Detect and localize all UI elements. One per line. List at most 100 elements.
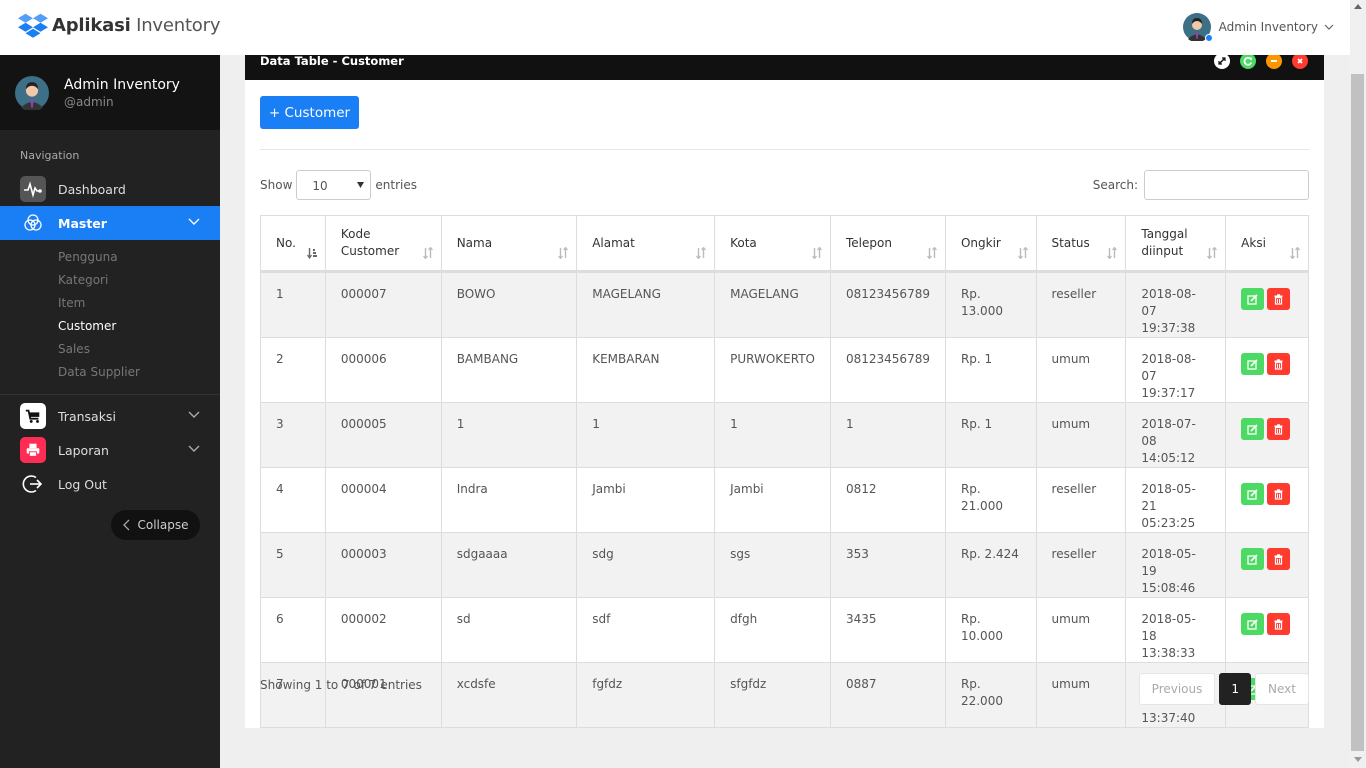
cell-nama: sdgaaaa [441,533,577,598]
scroll-up-arrow[interactable] [1354,4,1362,9]
sidebar-item-logout[interactable]: Log Out [0,467,220,501]
sort-ascending-icon [307,247,317,259]
expand-icon[interactable] [1214,53,1230,69]
sidebar-item-dashboard[interactable]: Dashboard [0,172,220,206]
minimize-icon[interactable] [1266,53,1282,69]
submenu-item-customer[interactable]: Customer [58,315,220,338]
column-header[interactable]: Alamat [577,216,715,272]
cell-ongkir: Rp. 1 [945,338,1036,403]
close-icon[interactable] [1292,53,1308,69]
column-header[interactable]: Ongkir [945,216,1036,272]
sidebar-item-label: Log Out [58,477,107,492]
column-header-label: Nama [457,236,492,250]
cell-nama: BAMBANG [441,338,577,403]
cell-tanggal: 2018-05-1813:38:33 [1126,598,1226,663]
chevron-down-icon [188,410,200,420]
time-value: 05:23:25 [1141,515,1210,532]
user-menu[interactable]: Admin Inventory [1183,13,1334,41]
scroll-down-arrow[interactable] [1354,757,1362,762]
submenu-item-sales[interactable]: Sales [58,338,220,361]
edit-button[interactable] [1241,418,1264,440]
chevron-down-icon [188,444,200,454]
cell-no: 1 [261,272,326,338]
sidebar-item-label: Master [58,216,107,231]
search-input[interactable] [1144,170,1309,200]
chevron-down-icon [188,217,200,227]
previous-page-button[interactable]: Previous [1139,673,1216,705]
edit-icon [1247,554,1258,565]
column-header[interactable]: No. [261,216,326,272]
edit-button[interactable] [1241,548,1264,570]
column-header-label: Kota [730,236,757,250]
column-header[interactable]: Nama [441,216,577,272]
logout-icon [20,471,46,497]
sidebar-item-label: Dashboard [58,182,126,197]
page-length-select[interactable]: 10 [296,170,371,200]
sidebar: Admin Inventory @admin Navigation Dashbo… [0,55,220,768]
column-header[interactable]: Kota [715,216,831,272]
page-length-control: Show 10 entries [260,170,417,200]
submenu-item-data-supplier[interactable]: Data Supplier [58,361,220,384]
cell-status: umum [1036,403,1126,468]
submenu-item-pengguna[interactable]: Pengguna [58,246,220,269]
add-customer-button[interactable]: + Customer [260,96,359,129]
cell-nama: BOWO [441,272,577,338]
cell-status: reseller [1036,533,1126,598]
time-value: 15:08:46 [1141,580,1210,597]
delete-button[interactable] [1267,418,1290,440]
column-header[interactable]: Telepon [830,216,945,272]
column-header[interactable]: Tanggaldiinput [1126,216,1226,272]
edit-button[interactable] [1241,288,1264,310]
trash-icon [1273,294,1284,305]
date-value: 2018-05-18 [1141,611,1210,645]
sidebar-item-transaksi[interactable]: Transaksi [0,399,220,433]
sort-icon [558,247,568,259]
cell-telepon: 1 [830,403,945,468]
cell-aksi [1226,403,1309,468]
delete-button[interactable] [1267,288,1290,310]
brand-logo[interactable]: Aplikasi Inventory [18,12,220,38]
sidebar-item-master[interactable]: Master [0,206,220,240]
delete-button[interactable] [1267,613,1290,635]
edit-icon [1247,424,1258,435]
edit-button[interactable] [1241,483,1264,505]
column-header-label: Customer [341,244,399,258]
date-value: 2018-05-21 [1141,481,1210,515]
date-value: 2018-07-08 [1141,416,1210,450]
scroll-thumb[interactable] [1351,74,1364,751]
cell-alamat: sdg [577,533,715,598]
panel-title: Data Table - Customer [260,54,404,68]
column-header-label: Telepon [846,236,892,250]
column-header[interactable]: Aksi [1226,216,1309,272]
delete-button[interactable] [1267,353,1290,375]
submenu-item-kategori[interactable]: Kategori [58,269,220,292]
cell-nama: xcdsfe [441,663,577,728]
column-header[interactable]: Status [1036,216,1126,272]
column-header[interactable]: KodeCustomer [325,216,441,272]
brand-bold: Aplikasi [52,15,131,36]
cell-no: 4 [261,468,326,533]
delete-button[interactable] [1267,483,1290,505]
reload-icon[interactable] [1240,53,1256,69]
edit-button[interactable] [1241,613,1264,635]
online-indicator [1205,34,1213,42]
page-scrollbar[interactable] [1350,0,1366,768]
page-1-button[interactable]: 1 [1219,673,1251,705]
sidebar-item-laporan[interactable]: Laporan [0,433,220,467]
collapse-button[interactable]: Collapse [111,510,200,540]
search-label: Search: [1093,178,1138,192]
cell-status: reseller [1036,468,1126,533]
cell-kode: 000002 [325,598,441,663]
delete-button[interactable] [1267,548,1290,570]
entries-label: entries [375,178,417,192]
pagination: Previous 1 Next [1139,673,1309,705]
next-page-button[interactable]: Next [1255,673,1309,705]
submenu-item-item[interactable]: Item [58,292,220,315]
page-length-value: 10 [312,179,327,193]
cell-ongkir: Rp. 13.000 [945,272,1036,338]
edit-icon [1247,619,1258,630]
edit-button[interactable] [1241,353,1264,375]
table-row: 30000051111Rp. 1umum2018-07-0814:05:12 [261,403,1309,468]
cell-tanggal: 2018-08-0719:37:17 [1126,338,1226,403]
cell-alamat: fgfdz [577,663,715,728]
